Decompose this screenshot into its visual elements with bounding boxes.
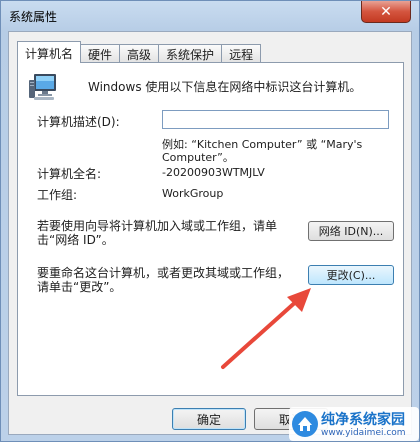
tab-advanced[interactable]: 高级: [119, 44, 160, 62]
site-logo-icon: [292, 411, 318, 437]
intro-text: Windows 使用以下信息在网络中标识这台计算机。: [88, 80, 362, 94]
network-id-text-line2: 击“网络 ID”。: [37, 233, 114, 247]
computer-name-panel: Windows 使用以下信息在网络中标识这台计算机。 计算机描述(D): 例如:…: [17, 62, 404, 396]
window-title: 系统属性: [9, 10, 58, 24]
change-button[interactable]: 更改(C)...: [308, 265, 394, 285]
close-button[interactable]: ✕: [361, 1, 411, 23]
tab-hardware[interactable]: 硬件: [80, 44, 121, 62]
dialog-client-area: 计算机名 硬件 高级 系统保护 远程 Windows 使用以下信息在网络中标识这…: [8, 31, 412, 435]
title-bar[interactable]: 系统属性 ✕: [1, 1, 419, 31]
watermark-title: 纯净系统家园: [321, 412, 405, 428]
close-icon: ✕: [380, 3, 392, 20]
tab-strip: 计算机名 硬件 高级 系统保护 远程: [17, 41, 262, 63]
tab-computer-name[interactable]: 计算机名: [17, 41, 82, 63]
workgroup-value: WorkGroup: [162, 187, 224, 200]
full-name-label: 计算机全名:: [37, 167, 102, 181]
rename-text-line2: 请单击“更改”。: [37, 280, 122, 294]
computer-icon: [29, 74, 56, 100]
site-watermark: 纯净系统家园 www.yidaimei.com: [289, 407, 419, 441]
watermark-url: www.yidaimei.com: [321, 428, 406, 438]
tab-system-protection[interactable]: 系统保护: [158, 44, 223, 62]
full-name-value: -20200903WTMJLV: [162, 166, 265, 179]
workgroup-label: 工作组:: [37, 188, 78, 202]
computer-description-input[interactable]: [162, 110, 389, 129]
system-properties-window: 系统属性 ✕ 计算机名 硬件 高级 系统保护 远程 Windows 使用以下信息…: [0, 0, 420, 442]
ok-button[interactable]: 确定: [172, 408, 246, 430]
tab-remote[interactable]: 远程: [221, 44, 262, 62]
example-text-line2: Computer”。: [162, 151, 234, 164]
network-id-button[interactable]: 网络 ID(N)...: [308, 221, 394, 241]
description-label: 计算机描述(D):: [37, 115, 120, 129]
